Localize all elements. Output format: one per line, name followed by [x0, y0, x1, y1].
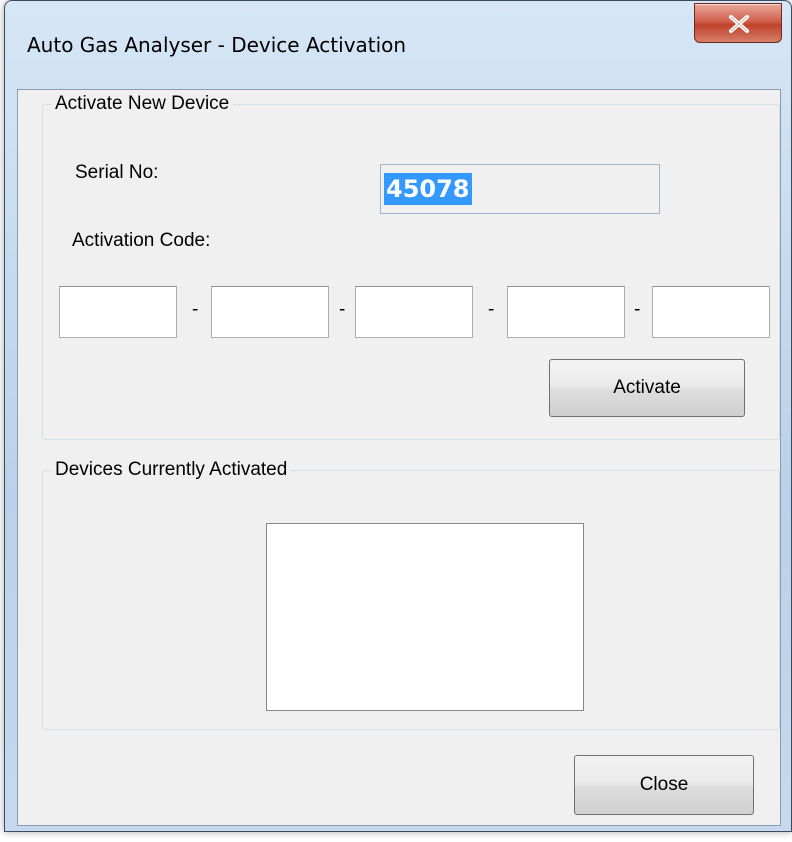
serial-no-value: 45078	[384, 173, 472, 205]
close-button[interactable]: Close	[574, 755, 754, 815]
window-close-button[interactable]	[694, 3, 782, 43]
activate-group-title: Activate New Device	[51, 93, 234, 115]
code-separator: -	[488, 299, 495, 320]
activation-code-label: Activation Code:	[72, 230, 211, 251]
devices-group-title: Devices Currently Activated	[51, 459, 292, 481]
activation-code-part-5[interactable]	[652, 286, 770, 338]
activate-button-label: Activate	[613, 377, 681, 398]
activation-code-part-4[interactable]	[507, 286, 625, 338]
activate-new-device-group: Activate New Device Serial No: 45078 Act…	[42, 93, 780, 440]
activation-code-part-2[interactable]	[211, 286, 329, 338]
activation-code-part-3[interactable]	[355, 286, 473, 338]
serial-no-label: Serial No:	[75, 162, 159, 183]
activation-dialog: Auto Gas Analyser - Device Activation Ac…	[4, 0, 792, 832]
title-bar[interactable]: Auto Gas Analyser - Device Activation	[5, 1, 791, 89]
window-title: Auto Gas Analyser - Device Activation	[27, 33, 407, 57]
activation-code-part-1[interactable]	[59, 286, 177, 338]
code-separator: -	[339, 299, 346, 320]
dialog-client-area: Activate New Device Serial No: 45078 Act…	[17, 89, 781, 826]
close-x-icon	[729, 15, 749, 33]
code-separator: -	[634, 299, 641, 320]
devices-currently-activated-group: Devices Currently Activated	[42, 459, 780, 730]
code-separator: -	[192, 299, 199, 320]
activated-devices-list[interactable]	[266, 523, 584, 711]
close-button-label: Close	[639, 774, 689, 795]
activate-button[interactable]: Activate	[549, 359, 745, 417]
serial-no-field[interactable]: 45078	[380, 164, 660, 214]
